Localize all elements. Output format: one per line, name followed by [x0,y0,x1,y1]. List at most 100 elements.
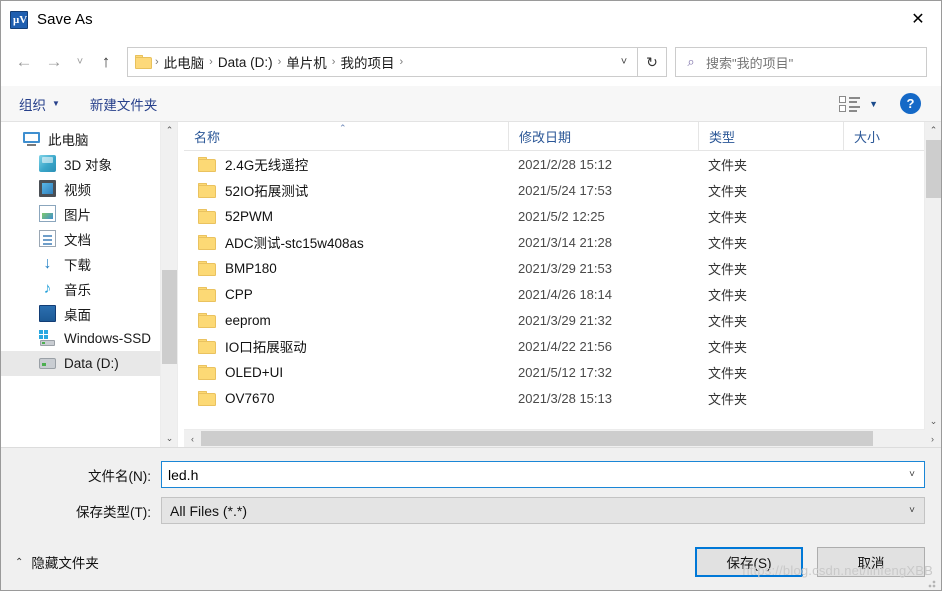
table-row[interactable]: 2.4G无线遥控 2021/2/28 15:12 文件夹 [184,151,941,177]
sort-ascending-icon: ⌃ [339,123,347,133]
table-row[interactable]: eeprom 2021/3/29 21:32 文件夹 [184,307,941,333]
refresh-icon[interactable]: ↻ [637,48,666,76]
navigation-pane: 此电脑 3D 对象 视频 图片 文档 ↓ 下载 ♪ 音乐 桌面 Windows-… [1,122,177,447]
file-name-label: 52IO拓展测试 [225,184,309,199]
resize-grip[interactable] [928,578,938,588]
scroll-down-icon[interactable]: ⌄ [925,413,942,430]
view-options-chevron-down-icon[interactable]: ▼ [869,99,878,109]
file-list-horizontal-scrollbar[interactable]: ‹ › [184,429,941,447]
column-header-type[interactable]: 类型 [698,122,843,150]
pane-splitter[interactable] [177,122,184,447]
file-list-pane: 名称 ⌃ 修改日期 类型 大小 2.4G无线遥控 2021/2/28 15:12… [184,122,941,447]
sidebar-item-pictures[interactable]: 图片 [1,201,177,226]
file-type-cell: 文件夹 [708,365,748,381]
command-bar: 组织 ▼ 新建文件夹 ▼ ? [1,86,941,122]
filename-input[interactable]: led.h ˅ [161,461,925,488]
file-name-label: ADC测试-stc15w408as [225,236,364,251]
chevron-down-icon[interactable]: ˅ [900,498,924,523]
horizontal-scrollbar-thumb[interactable] [201,431,873,446]
hide-folders-button[interactable]: ⌃ 隐藏文件夹 [15,552,99,572]
scroll-down-icon[interactable]: ⌄ [161,430,177,447]
sidebar-item-label: 图片 [64,207,91,223]
title-bar: μV Save As ✕ [1,1,941,38]
sidebar-item-videos[interactable]: 视频 [1,176,177,201]
file-list-scrollbar-thumb[interactable] [926,140,941,198]
file-date-cell: 2021/5/2 12:25 [518,208,605,224]
scroll-up-icon[interactable]: ⌃ [161,122,177,139]
file-date-cell: 2021/3/29 21:53 [518,260,612,276]
sidebar-item-label: 下载 [64,257,91,273]
table-row[interactable]: OLED+UI 2021/5/12 17:32 文件夹 [184,359,941,385]
file-rows: 2.4G无线遥控 2021/2/28 15:12 文件夹 52IO拓展测试 20… [184,151,941,429]
scroll-left-icon[interactable]: ‹ [184,430,201,447]
table-row[interactable]: ADC测试-stc15w408as 2021/3/14 21:28 文件夹 [184,229,941,255]
breadcrumb-item-2[interactable]: 单片机 [282,52,331,72]
table-row[interactable]: CPP 2021/4/26 18:14 文件夹 [184,281,941,307]
sidebar-item-documents[interactable]: 文档 [1,226,177,251]
file-date-cell: 2021/5/24 17:53 [518,182,612,198]
sidebar-item-label: Data (D:) [64,356,119,371]
table-row[interactable]: 52PWM 2021/5/2 12:25 文件夹 [184,203,941,229]
forward-button[interactable]: → [39,47,69,77]
help-button[interactable]: ? [900,93,921,114]
chevron-down-icon[interactable]: ˅ [900,462,924,487]
save-button[interactable]: 保存(S) [695,547,803,577]
breadcrumb-item-1[interactable]: Data (D:) [214,55,277,70]
chevron-down-icon[interactable]: ˅ [611,48,637,76]
sidebar-item-music[interactable]: ♪ 音乐 [1,276,177,301]
table-row[interactable]: IO口拓展驱动 2021/4/22 21:56 文件夹 [184,333,941,359]
keil-uvision-icon: μV [10,10,28,29]
folder-icon [198,208,216,224]
view-options-icon[interactable] [839,95,861,112]
recent-locations-button[interactable]: ˅ [69,47,91,77]
up-button[interactable]: ↑ [91,47,121,77]
save-form: 文件名(N): led.h ˅ 保存类型(T): All Files (*.*)… [1,448,941,534]
pictures-icon [39,205,56,222]
scroll-up-icon[interactable]: ⌃ [925,122,942,139]
table-row[interactable]: OV7670 2021/3/28 15:13 文件夹 [184,385,941,411]
scroll-right-icon[interactable]: › [924,430,941,447]
file-name-cell: OLED+UI [184,364,508,380]
file-name-label: OLED+UI [225,364,284,380]
sidebar-scrollbar-thumb[interactable] [162,270,177,364]
filetype-value: All Files (*.*) [170,502,248,519]
organize-button[interactable]: 组织 ▼ [19,94,60,114]
file-type-cell: 文件夹 [708,391,748,407]
column-header-date[interactable]: 修改日期 [508,122,698,150]
address-bar[interactable]: › 此电脑 › Data (D:) › 单片机 › 我的项目 › ˅ ↻ [127,47,667,77]
close-icon[interactable]: ✕ [895,1,941,38]
hide-folders-label: 隐藏文件夹 [31,556,99,571]
back-button[interactable]: ← [9,47,39,77]
file-list-scrollbar[interactable]: ⌃ ⌄ [924,122,941,430]
filetype-label: 保存类型(T): [76,504,151,520]
column-header-name[interactable]: 名称 ⌃ [184,122,508,150]
cancel-button[interactable]: 取消 [817,547,925,577]
breadcrumb-item-3[interactable]: 我的项目 [336,52,398,72]
sidebar-item-this-pc[interactable]: 此电脑 [1,126,177,151]
dialog-body: 此电脑 3D 对象 视频 图片 文档 ↓ 下载 ♪ 音乐 桌面 Windows-… [1,122,941,448]
sidebar-item-desktop[interactable]: 桌面 [1,301,177,326]
sidebar-item-data-d[interactable]: Data (D:) [1,351,177,376]
folder-icon [198,364,216,380]
new-folder-button[interactable]: 新建文件夹 [90,94,158,114]
app-icon-glyph: μV [13,13,28,26]
sidebar-item-3d-objects[interactable]: 3D 对象 [1,151,177,176]
breadcrumb-item-0[interactable]: 此电脑 [160,52,209,72]
horizontal-scrollbar-track[interactable] [873,430,924,447]
downloads-icon: ↓ [43,255,52,272]
table-row[interactable]: BMP180 2021/3/29 21:53 文件夹 [184,255,941,281]
file-name-label: CPP [225,286,253,302]
file-type-cell: 文件夹 [708,157,748,173]
file-name-cell: 2.4G无线遥控 [184,154,508,174]
sidebar-item-downloads[interactable]: ↓ 下载 [1,251,177,276]
file-date-cell: 2021/3/14 21:28 [518,234,612,250]
filetype-select[interactable]: All Files (*.*) ˅ [161,497,925,524]
search-input[interactable]: ⌕ 搜索"我的项目" [675,47,927,77]
file-date-cell: 2021/2/28 15:12 [518,156,612,172]
chevron-down-icon: ▼ [52,99,60,108]
table-row[interactable]: 52IO拓展测试 2021/5/24 17:53 文件夹 [184,177,941,203]
sidebar-item-label: 视频 [64,182,91,198]
sidebar-scrollbar[interactable]: ⌃ ⌄ [160,122,177,447]
drive-icon [39,355,56,372]
sidebar-item-windows-ssd[interactable]: Windows-SSD [1,326,177,351]
